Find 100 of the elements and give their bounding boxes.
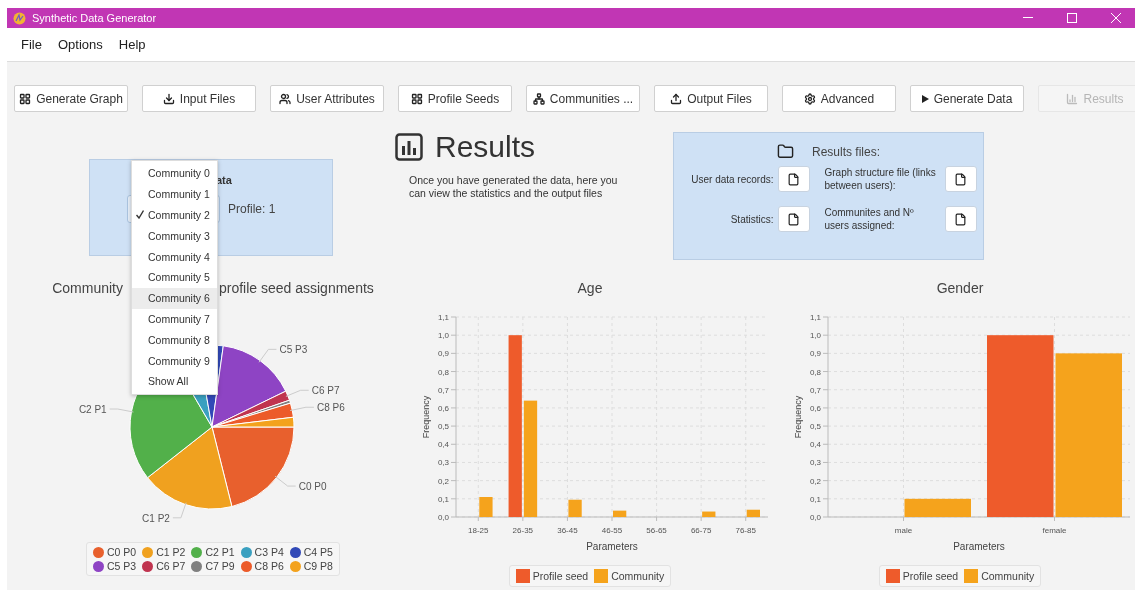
menu-option[interactable]: Community 8: [132, 329, 217, 351]
toolbar-button[interactable]: Generate Graph: [14, 85, 128, 112]
legend-label: C3 P4: [254, 546, 284, 558]
upload-icon: [670, 92, 683, 105]
menu-item[interactable]: File: [13, 37, 50, 52]
open-file-button[interactable]: [777, 206, 810, 232]
menu-option[interactable]: Community 1: [132, 183, 217, 205]
maximize-icon[interactable]: [1067, 13, 1077, 23]
tick-label: 0,0: [437, 513, 449, 522]
toolbar-button[interactable]: Output Files: [654, 85, 768, 112]
menu-option[interactable]: Show All: [132, 370, 217, 392]
legend-label: C9 P8: [303, 560, 333, 572]
tick-label: 1,0: [809, 331, 821, 341]
tick-label: 0,7: [809, 385, 821, 395]
leader-line: [285, 389, 310, 397]
toolbar-button[interactable]: Generate Data: [910, 85, 1024, 112]
tick-label: 0,9: [437, 349, 449, 359]
menu-option[interactable]: Community 7: [132, 308, 217, 330]
leader-line: [109, 408, 134, 413]
legend-swatch: [964, 569, 979, 583]
tick-label: 26-35: [512, 526, 534, 535]
menu-option[interactable]: Community 4: [132, 246, 217, 267]
description-text: Once you have generated the data, here you can view the statistics and the output files: [408, 174, 619, 200]
close-icon[interactable]: [1111, 13, 1121, 23]
toolbar-button[interactable]: Input Files: [142, 85, 256, 112]
legend-swatch: [885, 569, 900, 583]
bar: [702, 511, 716, 517]
slice-label: C0 P0: [298, 481, 327, 493]
open-file-button[interactable]: [944, 166, 977, 192]
file-icon: [787, 172, 800, 186]
grid-icon: [410, 92, 423, 105]
menu-item[interactable]: Help: [110, 37, 154, 52]
menu-option[interactable]: Community 3: [132, 225, 217, 247]
open-file-button[interactable]: [777, 166, 810, 192]
file-label: Graph structure file (links between users):: [823, 166, 937, 192]
app-logo-icon: [13, 11, 26, 25]
leader-line: [289, 406, 315, 412]
leader-line: [274, 475, 297, 487]
tick-label: 1,0: [437, 331, 449, 341]
toolbar-button[interactable]: Advanced: [782, 85, 896, 112]
tick-label: 0,6: [809, 403, 821, 413]
legend-label: C0 P0: [107, 546, 137, 558]
chart-title: Age: [577, 280, 603, 298]
tick-label: 0,4: [809, 440, 821, 450]
tick-label: 46-55: [601, 526, 623, 535]
bar: [746, 509, 760, 517]
tick-label: 0,3: [437, 458, 449, 468]
chart-title: Community: [52, 280, 123, 298]
tick-label: 1,1: [437, 313, 449, 322]
slice-label: C2 P1: [78, 404, 107, 415]
tick-label: 0,3: [809, 458, 821, 468]
grid-icon: [19, 92, 32, 105]
toolbar-button[interactable]: User Attributes: [270, 85, 384, 112]
toolbar-button[interactable]: Profile Seeds: [398, 85, 512, 112]
tick-label: 76-85: [735, 526, 756, 535]
legend-label: C2 P1: [205, 546, 235, 558]
tick-label: 0,2: [437, 476, 449, 486]
legend-label: C6 P7: [156, 560, 186, 572]
tick-label: 0,1: [809, 494, 821, 504]
menu-option[interactable]: Community 0: [132, 163, 217, 184]
slice-label: C6 P7: [311, 385, 340, 397]
page-heading: Results: [435, 130, 536, 164]
tick-label: 18-25: [468, 526, 489, 535]
menu-option[interactable]: Community 6: [132, 287, 217, 309]
menu-item[interactable]: Options: [49, 37, 111, 52]
menu-option[interactable]: Community 9: [132, 350, 217, 371]
file-label: Communites and Nº users assigned:: [823, 206, 915, 232]
legend-label: C5 P3: [107, 560, 137, 572]
tick-label: 36-45: [557, 526, 578, 535]
tick-label: 66-75: [690, 526, 712, 535]
tick-label: 1,1: [809, 313, 821, 322]
axis-title: Parameters: [586, 541, 638, 552]
legend-label: C8 P6: [254, 560, 284, 572]
bar: [904, 498, 971, 517]
legend-swatch: [594, 569, 609, 583]
file-icon: [954, 172, 967, 186]
tick-label: 0,6: [437, 403, 449, 413]
check-icon: [136, 210, 144, 220]
bar: [479, 497, 493, 517]
chart-title: Gender: [936, 280, 984, 298]
tick-label: 0,0: [809, 513, 821, 522]
panel-title: Results files:: [812, 144, 880, 159]
open-file-button[interactable]: [944, 206, 977, 232]
tick-label: 0,5: [809, 422, 821, 432]
menu-option[interactable]: Community 2: [132, 204, 217, 226]
play-icon: [921, 94, 929, 103]
bar: [568, 499, 582, 517]
minimize-icon[interactable]: [1023, 17, 1033, 19]
toolbar-button[interactable]: Communities ...: [526, 85, 640, 112]
tick-label: female: [1042, 526, 1067, 535]
profile-label: Profile: 1: [228, 202, 276, 216]
legend-label: Profile seed: [902, 570, 959, 582]
file-icon: [787, 212, 800, 226]
legend-label: Community: [981, 570, 1035, 582]
legend-label: C4 P5: [303, 546, 333, 558]
menu-option[interactable]: Community 5: [132, 267, 217, 288]
folder-icon: [777, 143, 794, 160]
legend-label: C7 P9: [205, 560, 235, 572]
file-icon: [954, 212, 967, 226]
tick-label: male: [894, 526, 913, 535]
